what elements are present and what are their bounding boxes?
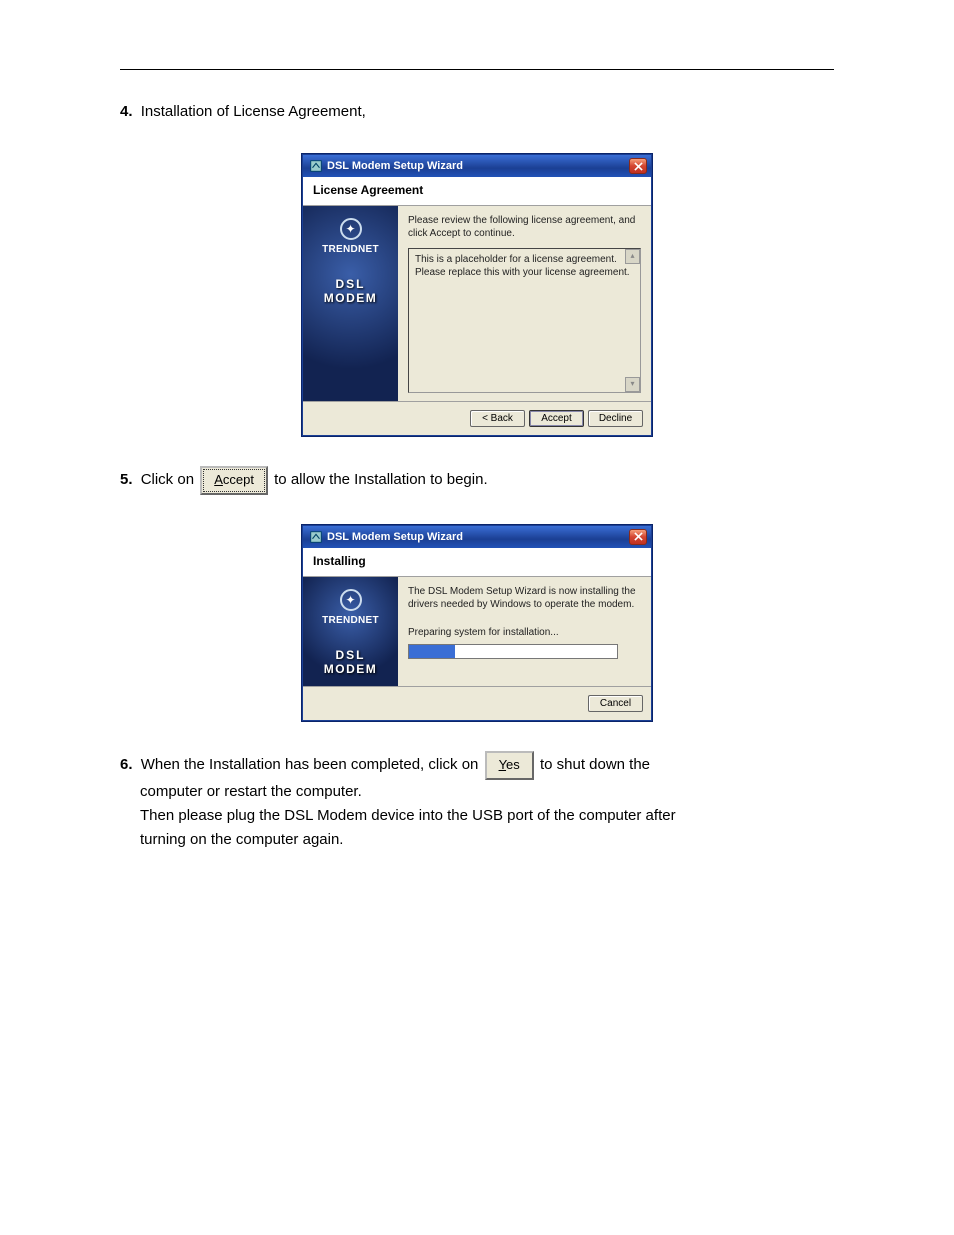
step-5: 5. Click on Accept to allow the Installa… bbox=[120, 466, 834, 495]
step-num-5: 5. bbox=[120, 471, 133, 488]
progress-bar bbox=[408, 644, 618, 659]
cancel-button[interactable]: Cancel bbox=[588, 695, 643, 712]
step-4-text: Installation of License Agreement, bbox=[141, 103, 366, 120]
button-row: < Back Accept Decline bbox=[303, 401, 651, 435]
step-6: 6. When the Installation has been comple… bbox=[120, 751, 834, 852]
back-button[interactable]: < Back bbox=[470, 410, 525, 427]
step-6-line3: Then please plug the DSL Modem device in… bbox=[140, 804, 834, 828]
dialog-title: DSL Modem Setup Wizard bbox=[327, 160, 463, 172]
brand-sidebar-2: ✦ TRENDNET DSL MODEM bbox=[303, 577, 398, 686]
dialog-title-2: DSL Modem Setup Wizard bbox=[327, 531, 463, 543]
app-icon-2 bbox=[309, 530, 323, 544]
brand-product-1b: DSL bbox=[307, 648, 394, 662]
license-text: This is a placeholder for a license agre… bbox=[415, 254, 630, 278]
step-6-pre: When the Installation has been completed… bbox=[141, 756, 483, 773]
app-icon bbox=[309, 159, 323, 173]
step-num-4: 4. bbox=[120, 103, 133, 120]
progress-fill bbox=[409, 645, 455, 658]
close-icon-2[interactable] bbox=[629, 529, 647, 545]
brand-name: TRENDNET bbox=[307, 244, 394, 255]
accept-button[interactable]: Accept bbox=[529, 410, 584, 427]
scroll-down-icon[interactable]: ▾ bbox=[625, 377, 640, 392]
globe-icon: ✦ bbox=[340, 218, 362, 240]
license-intro: Please review the following license agre… bbox=[408, 214, 641, 240]
step-5-pre: Click on bbox=[141, 471, 199, 488]
step-4: 4. Installation of License Agreement, bbox=[120, 100, 834, 124]
titlebar-2: DSL Modem Setup Wizard bbox=[303, 526, 651, 548]
dialog-installing: DSL Modem Setup Wizard Installing ✦ TREN… bbox=[302, 525, 652, 721]
brand-product-1: DSL bbox=[307, 277, 394, 291]
titlebar: DSL Modem Setup Wizard bbox=[303, 155, 651, 177]
step-6-line2: computer or restart the computer. bbox=[140, 780, 834, 804]
globe-icon-2: ✦ bbox=[340, 589, 362, 611]
brand-sidebar: ✦ TRENDNET DSL MODEM bbox=[303, 206, 398, 401]
dialog-heading: License Agreement bbox=[303, 177, 651, 206]
brand-product-2b: MODEM bbox=[307, 662, 394, 676]
step-num-6: 6. bbox=[120, 756, 133, 773]
yes-button-inline[interactable]: Yes bbox=[485, 751, 534, 780]
install-status: Preparing system for installation... bbox=[408, 627, 641, 638]
close-icon[interactable] bbox=[629, 158, 647, 174]
button-row-2: Cancel bbox=[303, 686, 651, 720]
brand-name-2: TRENDNET bbox=[307, 615, 394, 626]
scroll-up-icon[interactable]: ▴ bbox=[625, 249, 640, 264]
decline-button[interactable]: Decline bbox=[588, 410, 643, 427]
step-6-post: to shut down the bbox=[540, 756, 650, 773]
install-intro: The DSL Modem Setup Wizard is now instal… bbox=[408, 585, 641, 611]
accept-button-inline[interactable]: Accept bbox=[200, 466, 268, 495]
dialog-heading-2: Installing bbox=[303, 548, 651, 577]
step-6-line4: turning on the computer again. bbox=[140, 828, 834, 852]
brand-product-2: MODEM bbox=[307, 291, 394, 305]
license-textarea[interactable]: This is a placeholder for a license agre… bbox=[408, 248, 641, 393]
dialog-license: DSL Modem Setup Wizard License Agreement… bbox=[302, 154, 652, 436]
page-header-rule bbox=[120, 40, 834, 70]
step-5-post: to allow the Installation to begin. bbox=[274, 471, 487, 488]
